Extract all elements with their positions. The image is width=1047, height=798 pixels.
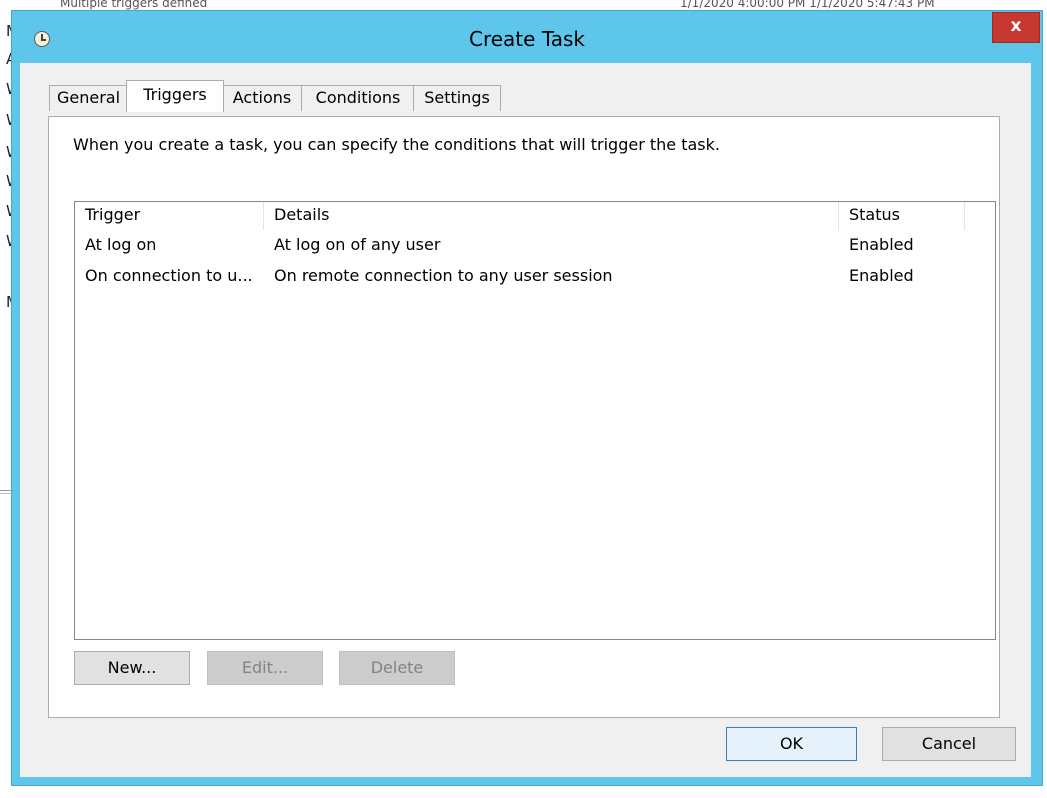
cancel-button[interactable]: Cancel: [882, 727, 1016, 761]
edit-trigger-button[interactable]: Edit...: [207, 651, 323, 685]
ok-button[interactable]: OK: [726, 727, 857, 761]
triggers-intro-text: When you create a task, you can specify …: [73, 135, 720, 154]
triggers-list-header: Trigger Details Status: [75, 202, 995, 230]
tab-actions[interactable]: Actions: [222, 85, 302, 111]
dialog-title: Create Task: [469, 27, 585, 51]
column-header-status[interactable]: Status: [839, 202, 965, 230]
column-header-details[interactable]: Details: [264, 202, 839, 230]
status-cell: Enabled: [849, 235, 914, 254]
details-cell: On remote connection to any user session: [274, 266, 613, 285]
triggers-list[interactable]: Trigger Details Status At log on At log …: [74, 201, 996, 640]
tab-triggers[interactable]: Triggers: [126, 80, 224, 112]
column-header-trigger[interactable]: Trigger: [75, 202, 264, 230]
background-splitter: [0, 490, 12, 491]
details-cell: At log on of any user: [274, 235, 441, 254]
status-cell: Enabled: [849, 266, 914, 285]
tab-conditions[interactable]: Conditions: [301, 85, 415, 111]
background-splitter: [0, 493, 12, 494]
triggers-tab-panel: When you create a task, you can specify …: [48, 116, 1000, 718]
background-text-left: Multiple triggers defined: [60, 0, 208, 10]
new-trigger-button[interactable]: New...: [74, 651, 190, 685]
tab-general[interactable]: General: [49, 85, 128, 111]
trigger-cell: At log on: [85, 235, 157, 254]
dialog-client-area: General Triggers Actions Conditions Sett…: [20, 63, 1031, 777]
tab-settings[interactable]: Settings: [413, 85, 501, 111]
create-task-dialog: Create Task x General Triggers Actions C…: [12, 11, 1042, 785]
table-row[interactable]: On connection to u... On remote connecti…: [75, 261, 995, 291]
close-button[interactable]: x: [992, 12, 1040, 43]
background-text-right: 1/1/2020 4:00:00 PM 1/1/2020 5:47:43 PM: [680, 0, 935, 10]
delete-trigger-button[interactable]: Delete: [339, 651, 455, 685]
trigger-cell: On connection to u...: [85, 266, 253, 285]
table-row[interactable]: At log on At log on of any user Enabled: [75, 230, 995, 260]
background-window-strip: Multiple triggers defined 1/1/2020 4:00:…: [60, 0, 1047, 10]
